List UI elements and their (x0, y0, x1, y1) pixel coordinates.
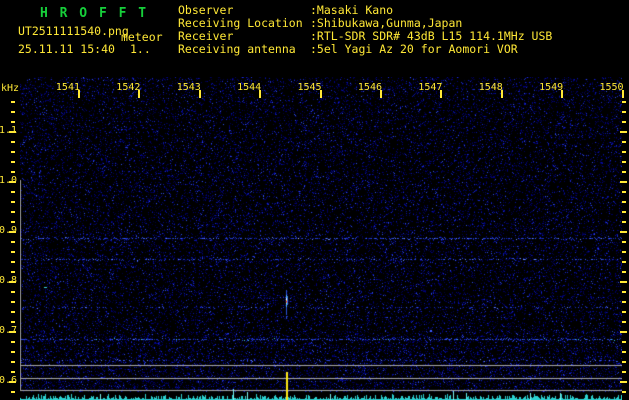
freq-axis-tick (9, 181, 16, 183)
time-axis-label: 1546 (357, 82, 382, 93)
freq-axis-tick (11, 341, 15, 343)
freq-axis-tick (11, 301, 15, 303)
time-axis-tick (500, 90, 503, 98)
freq-axis-tick-right (622, 101, 626, 103)
freq-axis-tick (11, 291, 15, 293)
freq-axis-tick (11, 321, 15, 323)
freq-axis-tick-right (622, 201, 626, 203)
freq-axis-tick-right (622, 111, 626, 113)
freq-axis-tick-right (622, 351, 626, 353)
freq-axis-tick-right (622, 341, 626, 343)
freq-axis-tick-right (622, 151, 626, 153)
freq-axis-tick-right (620, 231, 627, 233)
freq-axis-tick-right (620, 381, 627, 383)
freq-axis-tick-right (622, 321, 626, 323)
time-axis-label: 1543 (176, 82, 201, 93)
freq-axis-tick-right (620, 331, 627, 333)
hrofft-screen: H R O F F T UT2511111540.png meteor 25.1… (0, 0, 629, 400)
freq-axis-tick (11, 121, 15, 123)
time-axis-tick (259, 90, 262, 98)
freq-axis-tick (11, 361, 15, 363)
time-axis-label: 1545 (297, 82, 322, 93)
output-filename: UT2511111540.png (18, 24, 129, 38)
freq-axis-tick (11, 261, 15, 263)
freq-axis-tick (11, 101, 15, 103)
freq-axis-tick-right (620, 281, 627, 283)
freq-axis-tick (9, 231, 16, 233)
freq-axis-tick (11, 241, 15, 243)
time-axis-label: 1549 (539, 82, 564, 93)
freq-axis-tick (11, 141, 15, 143)
freq-axis-tick-right (620, 131, 627, 133)
time-axis-label: 1548 (478, 82, 503, 93)
freq-axis-tick-right (622, 301, 626, 303)
freq-axis-tick (11, 271, 15, 273)
freq-axis-tick (11, 391, 15, 393)
freq-axis-tick-right (622, 271, 626, 273)
freq-axis-tick-right (622, 191, 626, 193)
freq-axis-tick (11, 221, 15, 223)
freq-axis-tick-right (622, 171, 626, 173)
freq-axis-tick-right (622, 391, 626, 393)
freq-axis-tick-right (622, 241, 626, 243)
freq-axis-tick (11, 371, 15, 373)
freq-axis-tick-right (622, 371, 626, 373)
time-axis-tick (440, 90, 443, 98)
freq-axis-tick (9, 131, 16, 133)
time-axis-label: 1541 (55, 82, 80, 93)
time-axis-tick (561, 90, 564, 98)
time-axis-tick (198, 90, 201, 98)
spectrogram-canvas (20, 77, 622, 400)
freq-axis-tick (9, 331, 16, 333)
time-axis-tick (621, 90, 624, 98)
info-value: :5el Yagi Az 20 for Aomori VOR (310, 42, 518, 56)
freq-axis-tick-right (622, 221, 626, 223)
time-axis-tick (138, 90, 141, 98)
freq-axis-tick (11, 191, 15, 193)
freq-axis-tick (9, 281, 16, 283)
date-time-label: 25.11.11 15:40 (18, 42, 115, 56)
freq-axis-tick (11, 201, 15, 203)
freq-axis-tick-right (622, 211, 626, 213)
time-axis-tick (319, 90, 322, 98)
freq-axis-tick-right (620, 181, 627, 183)
freq-axis-tick-right (622, 121, 626, 123)
freq-axis-tick (11, 251, 15, 253)
freq-axis-tick-right (622, 161, 626, 163)
freq-axis-tick-right (622, 311, 626, 313)
freq-axis-tick-right (622, 141, 626, 143)
time-axis-label: 1547 (418, 82, 443, 93)
freq-axis-tick-right (622, 361, 626, 363)
time-axis-tick (380, 90, 382, 98)
freq-axis-tick-right (622, 261, 626, 263)
progress-indicator: 1.. (130, 42, 151, 56)
info-label: Receiving antenna (178, 42, 296, 56)
time-axis-label: 1542 (116, 82, 141, 93)
time-axis-tick (78, 90, 80, 98)
freq-axis-unit: kHz (1, 83, 20, 94)
freq-axis-tick (11, 161, 15, 163)
freq-axis-tick (11, 211, 15, 213)
freq-axis-tick (9, 381, 16, 383)
freq-axis-tick (11, 311, 15, 313)
time-axis-label: 1544 (237, 82, 262, 93)
freq-axis-tick-right (622, 291, 626, 293)
freq-axis-tick (11, 351, 15, 353)
app-title: H R O F F T (40, 6, 149, 21)
time-axis-label: 1550 (599, 82, 624, 93)
freq-axis-tick-right (622, 251, 626, 253)
freq-axis-tick (11, 151, 15, 153)
freq-axis-tick (11, 171, 15, 173)
freq-axis-tick (11, 111, 15, 113)
